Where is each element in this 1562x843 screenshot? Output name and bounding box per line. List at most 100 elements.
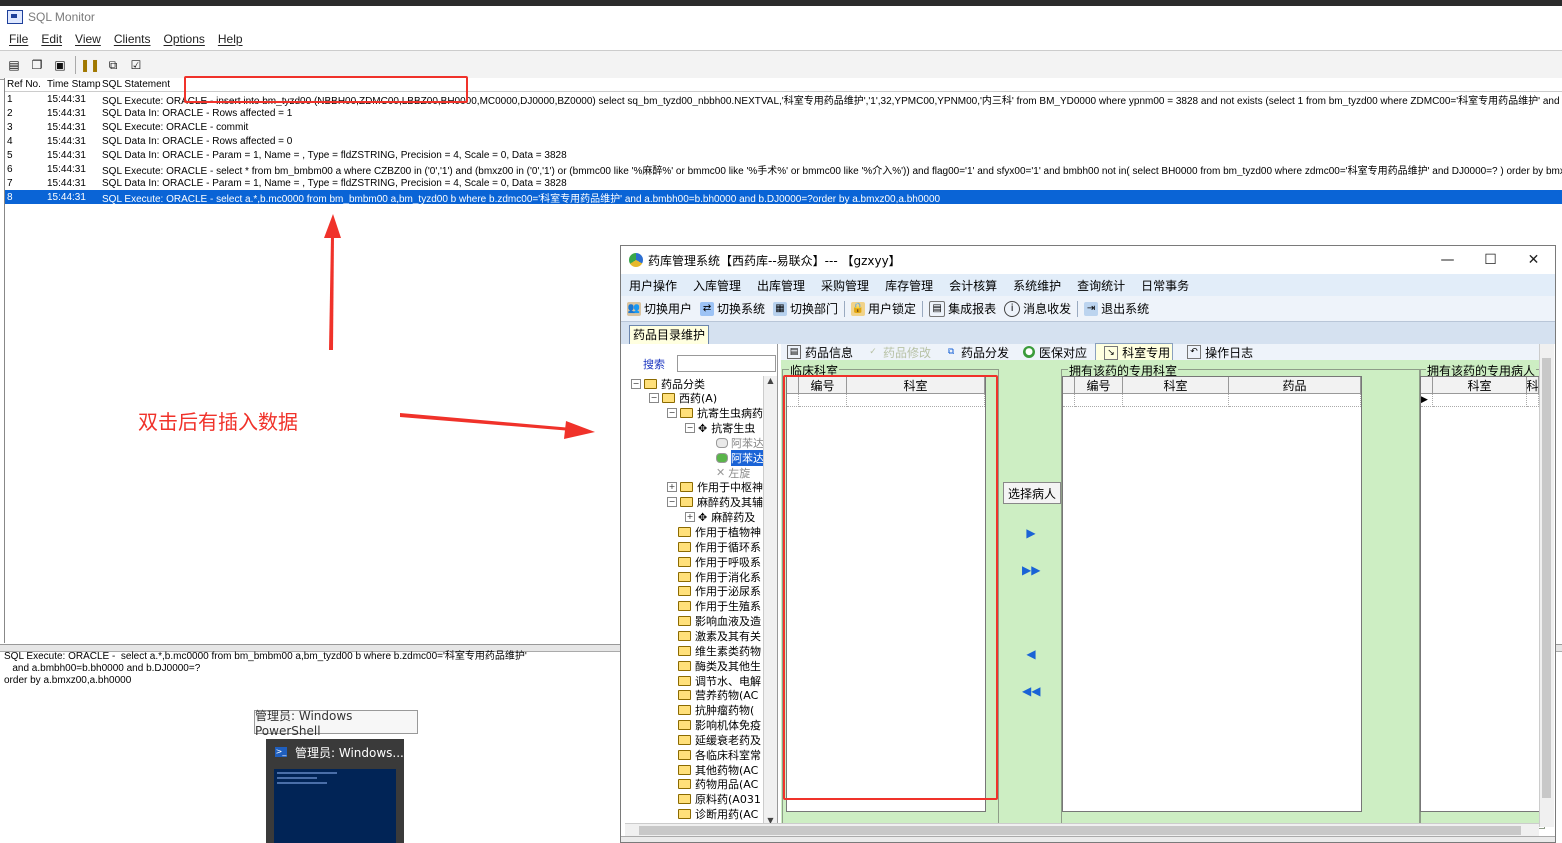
scroll-thumb[interactable] (1542, 358, 1551, 798)
tree-node[interactable]: 阿苯达 (705, 435, 763, 450)
tree-node[interactable]: 调节水、电解 (667, 673, 761, 688)
messages-button[interactable]: i 消息收发 (1004, 300, 1071, 317)
tree-node[interactable]: 维生素类药物 (667, 643, 761, 658)
menu-inventory[interactable]: 库存管理 (885, 277, 933, 294)
menu-accounting[interactable]: 会计核算 (949, 277, 997, 294)
col-time-stamp[interactable]: Time Stamp (47, 79, 102, 90)
tree-node[interactable]: 其他药物(AC (667, 762, 758, 777)
tree-node[interactable]: ✕ 左旋 (705, 465, 750, 480)
expand-icon[interactable]: + (667, 482, 677, 493)
tab-insurance-mapping[interactable]: ● 医保对应 (1017, 344, 1087, 361)
col-dept[interactable]: 科室 (1433, 377, 1527, 394)
move-right-icon[interactable]: ▶ (1024, 527, 1038, 539)
table-row[interactable]: 7 15:44:31 SQL Data In: ORACLE - Param =… (5, 176, 1562, 190)
scroll-thumb[interactable] (639, 826, 1521, 835)
tree-node[interactable]: − 麻醉药及其辅 (667, 495, 763, 510)
grid-cell[interactable] (1123, 394, 1229, 407)
tree-node[interactable]: 营养药物(AC (667, 688, 758, 703)
owned-dept-grid[interactable]: 编号 科室 药品 (1062, 376, 1362, 812)
table-row[interactable]: 3 15:44:31 SQL Execute: ORACLE - commit (5, 120, 1562, 134)
menu-options[interactable]: Options (164, 32, 205, 46)
tree-node[interactable]: 酶类及其他生 (667, 658, 761, 673)
grid-cell[interactable] (1433, 394, 1527, 407)
tree-node[interactable]: − ✥ 抗寄生虫 (685, 421, 755, 436)
tree-node[interactable]: 阿苯达 (705, 449, 763, 466)
copy-icon[interactable]: ❐ (28, 57, 46, 73)
tree-node[interactable]: + 作用于中枢神 (667, 480, 763, 495)
tree-node[interactable]: 激素及其有关 (667, 628, 761, 643)
switch-system-button[interactable]: ⇄ 切换系统 (700, 300, 765, 317)
table-row[interactable]: 5 15:44:31 SQL Data In: ORACLE - Param =… (5, 148, 1562, 162)
menu-inbound[interactable]: 入库管理 (693, 277, 741, 294)
tree-node[interactable]: 药物用品(AC (667, 777, 758, 792)
tree-node[interactable]: 各临床科室常 (667, 747, 761, 762)
tree-node[interactable]: 作用于生殖系 (667, 599, 761, 614)
menu-purchase[interactable]: 采购管理 (821, 277, 869, 294)
tab-operation-log[interactable]: ↶ 操作日志 (1181, 344, 1253, 361)
exit-system-button[interactable]: ⇥ 退出系统 (1084, 300, 1149, 317)
search-input[interactable] (677, 355, 776, 372)
grid-cell[interactable] (1229, 394, 1361, 407)
menu-system[interactable]: 系统维护 (1013, 277, 1061, 294)
tab-dept-exclusive[interactable]: ↘ 科室专用 (1095, 343, 1174, 361)
tree-node[interactable]: 原料药(A031 (667, 792, 761, 807)
move-left-icon[interactable]: ◀ (1024, 648, 1038, 660)
integrated-report-button[interactable]: ▤ 集成报表 (929, 300, 996, 317)
collapse-icon[interactable]: − (667, 497, 677, 508)
col-ref-no[interactable]: Ref No. (5, 79, 47, 90)
col-dept[interactable]: 科室 (1123, 377, 1229, 394)
patient-grid[interactable]: 科室 科 ▶ (1420, 376, 1540, 812)
collapse-icon[interactable]: − (685, 423, 695, 434)
menu-daily[interactable]: 日常事务 (1141, 277, 1189, 294)
col-drug[interactable]: 药品 (1229, 377, 1361, 394)
table-row[interactable]: 4 15:44:31 SQL Data In: ORACLE - Rows af… (5, 134, 1562, 148)
tree-node[interactable]: − 抗寄生虫病药 (667, 406, 763, 421)
col-code[interactable]: 编号 (1075, 377, 1123, 394)
tree-node[interactable]: 影响血液及造 (667, 614, 761, 629)
select-patient-button[interactable]: 选择病人 (1003, 482, 1061, 504)
switch-user-button[interactable]: 👥 切换用户 (627, 300, 692, 317)
collapse-icon[interactable]: − (649, 393, 659, 404)
panel-scrollbar[interactable] (1539, 344, 1554, 827)
clients-icon[interactable]: ⧉ (104, 57, 122, 73)
grid-cell[interactable] (1075, 394, 1123, 407)
pause-icon[interactable]: ❚❚ (80, 57, 100, 73)
edit-log-icon[interactable]: ▣ (51, 57, 69, 73)
collapse-icon[interactable]: − (667, 408, 677, 419)
options-checklist-icon[interactable]: ☑ (127, 57, 145, 73)
table-row-selected[interactable]: 8 15:44:31 SQL Execute: ORACLE - select … (5, 190, 1562, 204)
tab-drug-catalog[interactable]: 药品目录维护 (629, 325, 710, 344)
menu-query[interactable]: 查询统计 (1077, 277, 1125, 294)
horizontal-scrollbar[interactable] (625, 823, 1539, 837)
tree-node[interactable]: − 西药(A) (649, 391, 717, 406)
move-all-left-icon[interactable]: ◀◀ (1022, 685, 1040, 697)
powershell-thumbnail[interactable]: >_ 管理员: Windows... (266, 739, 404, 843)
tab-drug-edit[interactable]: ✓ 药品修改 (861, 344, 931, 361)
tree-node[interactable]: 作用于植物神 (667, 525, 761, 540)
menu-clients[interactable]: Clients (114, 32, 151, 46)
switch-department-button[interactable]: ▦ 切换部门 (773, 300, 838, 317)
collapse-icon[interactable]: − (631, 378, 641, 389)
menu-edit[interactable]: Edit (41, 32, 62, 46)
move-all-right-icon[interactable]: ▶▶ (1022, 564, 1040, 576)
tree-node[interactable]: 延缓衰老药及 (667, 732, 761, 747)
tree-node[interactable]: 诊断用药(AC (667, 807, 758, 822)
menu-outbound[interactable]: 出库管理 (757, 277, 805, 294)
grid-cell[interactable] (1527, 394, 1539, 407)
tree-node[interactable]: 作用于泌尿系 (667, 584, 761, 599)
tab-drug-distribute[interactable]: ⧉ 药品分发 (939, 344, 1009, 361)
tree-node[interactable]: − 药品分类 (631, 376, 705, 391)
minimize-button[interactable]: — (1426, 246, 1469, 274)
tree-node[interactable]: 影响机体免疫 (667, 718, 761, 733)
tab-drug-info[interactable]: ▤ 药品信息 (781, 344, 853, 361)
table-row[interactable]: 2 15:44:31 SQL Data In: ORACLE - Rows af… (5, 106, 1562, 120)
scroll-up-icon[interactable]: ▲ (764, 376, 777, 388)
tree-node[interactable]: 作用于循环系 (667, 539, 761, 554)
table-row[interactable]: 6 15:44:31 SQL Execute: ORACLE - select … (5, 162, 1562, 177)
tree-scrollbar[interactable]: ▲ ▼ (763, 376, 777, 828)
menu-file[interactable]: File (9, 32, 28, 46)
col-dept-2[interactable]: 科 (1527, 377, 1539, 394)
tree-node[interactable]: + ✥ 麻醉药及 (685, 510, 755, 525)
row-pointer-icon[interactable]: ▶ (1421, 394, 1433, 407)
grid-cell[interactable] (1063, 394, 1075, 407)
